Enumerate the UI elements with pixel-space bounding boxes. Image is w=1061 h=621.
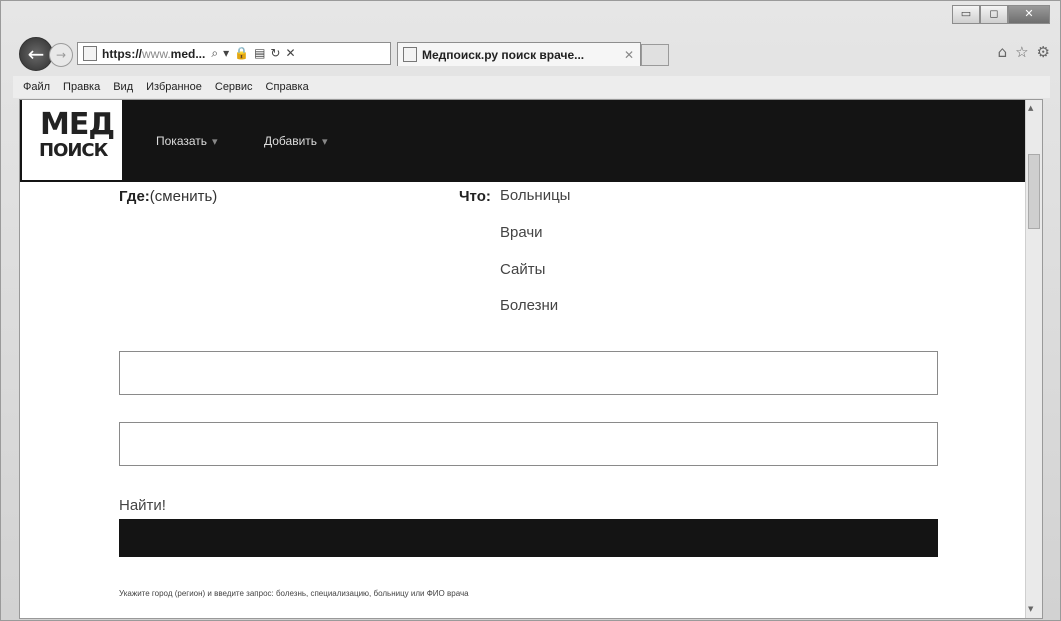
category-doctors[interactable]: Врачи (500, 224, 543, 241)
page-content: МЕД ПОИСК Показать ▾ Добавить ▾ Где:(смени… (19, 99, 1043, 619)
address-prefix: https:// (102, 46, 142, 61)
forward-button[interactable]: → (49, 43, 73, 67)
nav-show[interactable]: Показать ▾ (156, 134, 218, 148)
menu-tools[interactable]: Сервис (215, 81, 253, 93)
menu-favorites[interactable]: Избранное (146, 81, 202, 93)
menu-view[interactable]: Вид (113, 81, 133, 93)
lock-icon[interactable]: 🔒 (234, 46, 249, 61)
vertical-scrollbar[interactable]: ▲ ▼ (1025, 100, 1042, 618)
browser-right-icons: ⌂ ☆ ⚙ (998, 43, 1050, 61)
where-label: Где: (119, 188, 150, 205)
category-diseases[interactable]: Болезни (500, 297, 558, 314)
tab-title: Медпоиск.ру поиск враче... (422, 47, 585, 62)
close-window-button[interactable]: ✕ (1008, 5, 1050, 24)
nav-add[interactable]: Добавить ▾ (264, 134, 328, 148)
what-label-row: Что: (459, 188, 491, 205)
address-bar[interactable]: https://www.med... ⌕ ▾ 🔒 ▤ ↻ ✕ (77, 42, 391, 65)
scroll-up-icon[interactable]: ▲ (1028, 104, 1033, 112)
address-gray: www. (142, 46, 171, 61)
maximize-button[interactable]: ◻ (980, 5, 1008, 24)
menu-file[interactable]: Файл (23, 81, 50, 93)
site-logo[interactable]: МЕД ПОИСК (22, 100, 122, 180)
category-hospitals[interactable]: Больницы (500, 187, 570, 204)
tab-close-icon[interactable]: ✕ (624, 48, 634, 62)
tab-page-icon (403, 47, 417, 62)
nav-show-label: Показать (156, 134, 208, 148)
menu-edit[interactable]: Правка (63, 81, 100, 93)
new-tab-button[interactable] (641, 44, 669, 66)
compat-icon[interactable]: ▤ (254, 46, 265, 61)
scroll-thumb[interactable] (1028, 154, 1040, 229)
nav-add-label: Добавить (264, 134, 318, 148)
stop-icon[interactable]: ✕ (285, 46, 295, 61)
city-input[interactable] (119, 351, 938, 395)
browser-navbar: ← → https://www.med... ⌕ ▾ 🔒 ▤ ↻ ✕ Медпо… (19, 35, 1050, 71)
minimize-button[interactable]: ▭ (952, 5, 980, 24)
logo-bottom-text: ПОИСК (39, 140, 108, 161)
scroll-down-icon[interactable]: ▼ (1028, 605, 1033, 613)
refresh-icon[interactable]: ↻ (270, 46, 280, 61)
chevron-down-icon: ▾ (212, 135, 218, 148)
page-icon (83, 46, 97, 61)
find-label: Найти! (119, 497, 166, 514)
gear-icon[interactable]: ⚙ (1037, 43, 1050, 61)
address-icons: ⌕ ▾ 🔒 ▤ ↻ ✕ (211, 46, 295, 61)
logo-top-text: МЕД (40, 107, 115, 142)
find-button[interactable] (119, 519, 938, 557)
hint-text: Укажите город (регион) и введите запрос:… (119, 589, 469, 598)
window-controls: ▭ ◻ ✕ (952, 5, 1050, 24)
tab-medpoisk[interactable]: Медпоиск.ру поиск враче... ✕ (397, 42, 641, 66)
site-header: МЕД ПОИСК Показать ▾ Добавить ▾ (20, 100, 1042, 182)
address-text: https://www.med... (102, 47, 205, 61)
change-city-link[interactable]: (сменить) (150, 188, 218, 205)
back-button[interactable]: ← (19, 37, 53, 71)
what-label: Что: (459, 188, 491, 205)
home-icon[interactable]: ⌂ (998, 43, 1008, 61)
query-input[interactable] (119, 422, 938, 466)
category-sites[interactable]: Сайты (500, 261, 545, 278)
browser-window: ▭ ◻ ✕ ← → https://www.med... ⌕ ▾ 🔒 ▤ ↻ ✕… (0, 0, 1061, 621)
address-host: med... (170, 46, 206, 61)
where-row: Где:(сменить) (119, 188, 217, 205)
menu-bar: Файл Правка Вид Избранное Сервис Справка (13, 76, 1050, 98)
dropdown-icon[interactable]: ▾ (223, 46, 229, 61)
favorites-icon[interactable]: ☆ (1015, 43, 1028, 61)
menu-help[interactable]: Справка (266, 81, 309, 93)
search-icon[interactable]: ⌕ (211, 46, 218, 61)
chevron-down-icon: ▾ (322, 135, 328, 148)
